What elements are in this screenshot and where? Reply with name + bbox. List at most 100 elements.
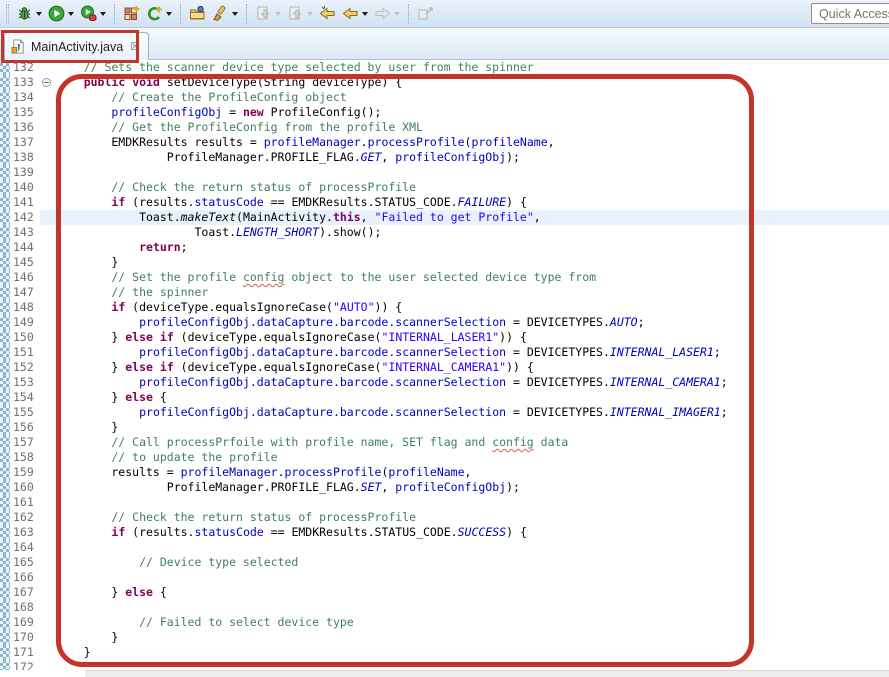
dropdown-caret-icon[interactable] <box>307 12 313 16</box>
forward-button[interactable] <box>372 3 402 25</box>
code-text[interactable]: if (results.statusCode == EMDKResults.ST… <box>56 525 889 540</box>
code-text[interactable]: // Get the ProfileConfig from the profil… <box>56 120 889 135</box>
horizontal-scrollbar[interactable] <box>85 670 889 677</box>
marker-bar[interactable] <box>0 375 10 390</box>
marker-bar[interactable] <box>0 75 10 90</box>
fold-column[interactable] <box>40 315 56 330</box>
marker-bar[interactable] <box>0 105 10 120</box>
code-text[interactable]: EMDKResults results = profileManager.pro… <box>56 135 889 150</box>
fold-column[interactable] <box>40 330 56 345</box>
code-text[interactable]: // to update the profile <box>56 450 889 465</box>
code-text[interactable] <box>56 495 889 510</box>
marker-bar[interactable] <box>0 555 10 570</box>
fold-column[interactable] <box>40 165 56 180</box>
fold-column[interactable] <box>40 180 56 195</box>
fold-column[interactable] <box>40 585 56 600</box>
marker-bar[interactable] <box>0 255 10 270</box>
marker-bar[interactable] <box>0 540 10 555</box>
fold-column[interactable] <box>40 660 56 670</box>
marker-bar[interactable] <box>0 150 10 165</box>
fold-column[interactable] <box>40 240 56 255</box>
marker-bar[interactable] <box>0 450 10 465</box>
fold-column[interactable] <box>40 600 56 615</box>
marker-bar[interactable] <box>0 585 10 600</box>
code-text[interactable] <box>56 600 889 615</box>
marker-bar[interactable] <box>0 600 10 615</box>
marker-bar[interactable] <box>0 60 10 75</box>
code-text[interactable] <box>56 165 889 180</box>
code-text[interactable]: ProfileManager.PROFILE_FLAG.SET, profile… <box>56 480 889 495</box>
fold-column[interactable] <box>40 465 56 480</box>
marker-bar[interactable] <box>0 300 10 315</box>
code-text[interactable]: // Call processPrfoile with profile name… <box>56 435 889 450</box>
marker-bar[interactable] <box>0 420 10 435</box>
code-text[interactable]: } else if (deviceType.equalsIgnoreCase("… <box>56 360 889 375</box>
dropdown-caret-icon[interactable] <box>36 12 42 16</box>
debug-button[interactable] <box>14 3 44 25</box>
marker-bar[interactable] <box>0 645 10 660</box>
code-text[interactable]: if (deviceType.equalsIgnoreCase("AUTO"))… <box>56 300 889 315</box>
marker-bar[interactable] <box>0 180 10 195</box>
code-text[interactable]: profileConfigObj = new ProfileConfig(); <box>56 105 889 120</box>
fold-column[interactable] <box>40 495 56 510</box>
marker-bar[interactable] <box>0 195 10 210</box>
code-text[interactable]: ProfileManager.PROFILE_FLAG.GET, profile… <box>56 150 889 165</box>
marker-bar[interactable] <box>0 285 10 300</box>
fold-column[interactable] <box>40 120 56 135</box>
fold-column[interactable] <box>40 60 56 75</box>
fold-column[interactable] <box>40 420 56 435</box>
code-text[interactable]: // Device type selected <box>56 555 889 570</box>
code-text[interactable]: return; <box>56 240 889 255</box>
fold-column[interactable] <box>40 525 56 540</box>
marker-bar[interactable] <box>0 225 10 240</box>
marker-bar[interactable] <box>0 165 10 180</box>
marker-bar[interactable] <box>0 615 10 630</box>
marker-bar[interactable] <box>0 525 10 540</box>
fold-column[interactable] <box>40 195 56 210</box>
link-with-editor-button[interactable] <box>415 3 436 25</box>
code-text[interactable]: // Create the ProfileConfig object <box>56 90 889 105</box>
code-text[interactable]: profileConfigObj.dataCapture.barcode.sca… <box>56 405 889 420</box>
code-text[interactable]: } else { <box>56 585 889 600</box>
tab-close-icon[interactable]: ☒ <box>130 40 140 53</box>
fold-column[interactable] <box>40 615 56 630</box>
fold-column[interactable] <box>40 255 56 270</box>
run-history-button[interactable] <box>78 3 108 25</box>
fold-column[interactable] <box>40 135 56 150</box>
dropdown-caret-icon[interactable] <box>100 12 106 16</box>
code-text[interactable]: } else { <box>56 390 889 405</box>
code-text[interactable]: } <box>56 645 889 660</box>
back-button[interactable] <box>340 3 370 25</box>
fold-column[interactable] <box>40 510 56 525</box>
new-android-app-button[interactable] <box>121 3 142 25</box>
code-text[interactable] <box>56 570 889 585</box>
marker-bar[interactable] <box>0 465 10 480</box>
code-text[interactable]: profileConfigObj.dataCapture.barcode.sca… <box>56 375 889 390</box>
code-text[interactable]: // Set the profile config object to the … <box>56 270 889 285</box>
fold-column[interactable] <box>40 75 56 90</box>
fold-column[interactable] <box>40 540 56 555</box>
code-text[interactable]: if (results.statusCode == EMDKResults.ST… <box>56 195 889 210</box>
marker-bar[interactable] <box>0 210 10 225</box>
fold-column[interactable] <box>40 300 56 315</box>
dropdown-caret-icon[interactable] <box>275 12 281 16</box>
code-text[interactable]: // Check the return status of processPro… <box>56 510 889 525</box>
code-text[interactable]: Toast.makeText(MainActivity.this, "Faile… <box>56 210 889 225</box>
fold-column[interactable] <box>40 435 56 450</box>
marker-bar[interactable] <box>0 360 10 375</box>
dropdown-caret-icon[interactable] <box>166 12 172 16</box>
fold-column[interactable] <box>40 405 56 420</box>
dropdown-caret-icon[interactable] <box>232 12 238 16</box>
code-text[interactable]: profileConfigObj.dataCapture.barcode.sca… <box>56 345 889 360</box>
marker-bar[interactable] <box>0 135 10 150</box>
marker-bar[interactable] <box>0 390 10 405</box>
open-type-button[interactable] <box>187 3 208 25</box>
fold-column[interactable] <box>40 645 56 660</box>
fold-column[interactable] <box>40 210 56 225</box>
code-editor[interactable]: 132 // Sets the scanner device type sele… <box>0 60 889 670</box>
fold-column[interactable] <box>40 105 56 120</box>
fold-column[interactable] <box>40 570 56 585</box>
code-text[interactable] <box>56 660 889 670</box>
code-text[interactable]: // Check the return status of processPro… <box>56 180 889 195</box>
code-text[interactable]: Toast.LENGTH_SHORT).show(); <box>56 225 889 240</box>
